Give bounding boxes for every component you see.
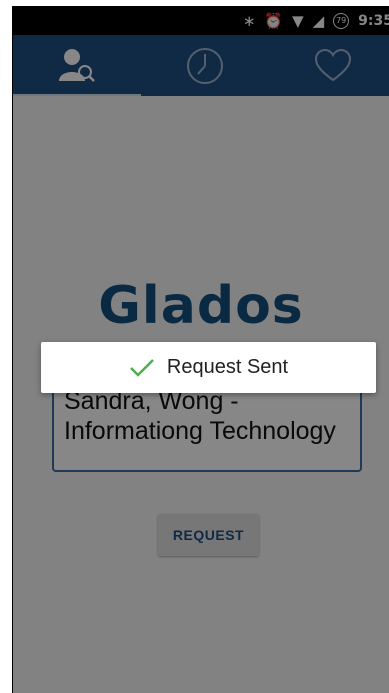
request-sent-toast: Request Sent bbox=[41, 342, 376, 393]
toast-message: Request Sent bbox=[166, 356, 289, 378]
phone-screen: ∗ ⏰ ▼ ◢ 79 9:35 Glados Sandra, Wong - In… bbox=[13, 6, 389, 693]
check-icon bbox=[130, 358, 154, 377]
